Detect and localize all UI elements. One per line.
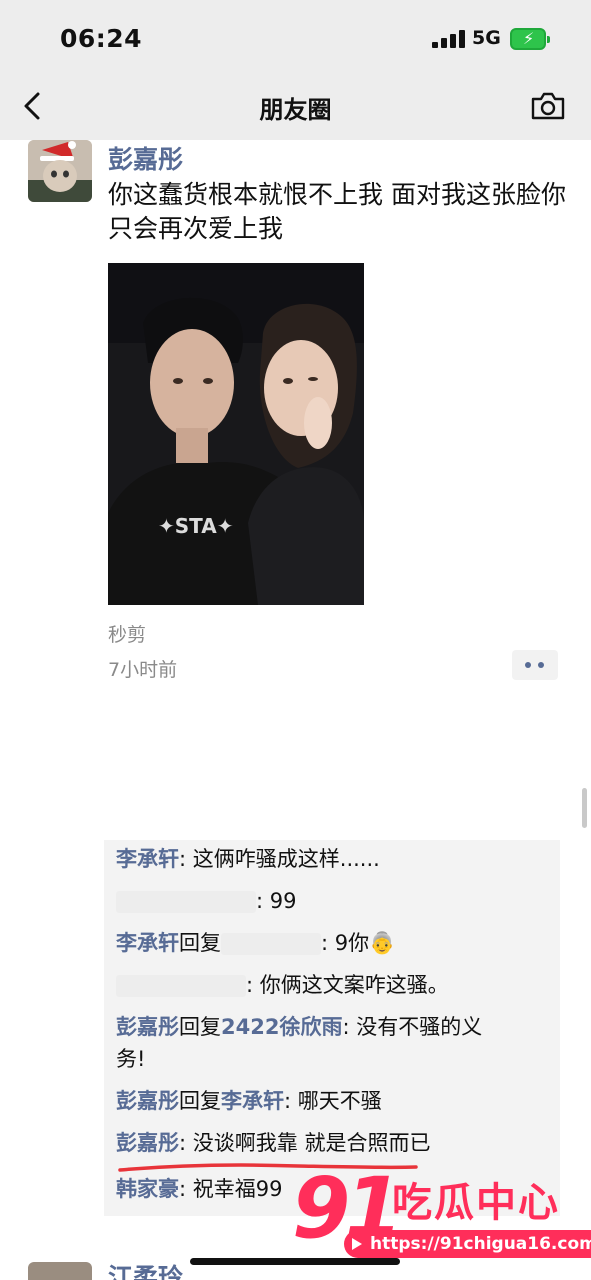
comment-text: 祝幸福99 — [192, 1177, 283, 1201]
comment-separator: : — [179, 1177, 193, 1201]
status-time: 06:24 — [60, 24, 143, 53]
comment-item[interactable]: 彭嘉彤回复2422徐欣雨: 没有不骚的义 — [116, 1012, 482, 1042]
page-title: 朋友圈 — [259, 96, 332, 124]
battery-charging-icon: ⚡ — [510, 28, 550, 50]
redacted-name — [116, 975, 246, 997]
post-text: 你这蠢货根本就恨不上我 面对我这张脸你只会再次爱上我 — [108, 180, 566, 243]
comment-author[interactable]: 韩家豪 — [116, 1177, 179, 1201]
comment-item[interactable]: 韩家豪: 祝幸福99 — [116, 1174, 283, 1204]
comment-item[interactable]: 彭嘉彤回复李承轩: 哪天不骚 — [116, 1086, 382, 1116]
reply-word: 回复 — [179, 1015, 221, 1039]
svg-text:✦STA✦: ✦STA✦ — [158, 514, 234, 538]
comment-item[interactable]: 彭嘉彤: 没谈啊我靠 就是合照而已 — [116, 1128, 430, 1158]
comment-author[interactable]: 彭嘉彤 — [116, 1131, 179, 1155]
post-author[interactable]: 彭嘉彤 — [108, 140, 183, 176]
comment-separator: : — [179, 847, 193, 871]
reply-word: 回复 — [179, 1089, 221, 1113]
avatar[interactable] — [28, 140, 92, 202]
avatar[interactable] — [28, 1262, 92, 1280]
comment-author[interactable]: 彭嘉彤 — [116, 1015, 179, 1039]
reply-word: 回复 — [179, 931, 221, 955]
post-source[interactable]: 秒剪 — [108, 620, 146, 647]
comment-text-continued: 务! — [116, 1047, 146, 1071]
post-photo[interactable]: ✦STA✦ — [108, 263, 364, 605]
reply-target[interactable]: 李承轩 — [221, 1089, 284, 1113]
comment-item[interactable]: : 99 — [116, 886, 296, 916]
camera-icon[interactable] — [530, 91, 566, 121]
more-dots-icon[interactable] — [512, 650, 558, 680]
comment-text: 这俩咋骚成这样...... — [192, 847, 380, 871]
watermark-url: https://91chigua16.com — [344, 1230, 591, 1258]
status-bar: 06:24 5G ⚡ — [0, 0, 591, 72]
comment-author[interactable]: 彭嘉彤 — [116, 1089, 179, 1113]
redacted-name — [116, 891, 256, 913]
post-time: 7小时前 — [108, 659, 178, 681]
comment-author[interactable]: 李承轩 — [116, 847, 179, 871]
post-author[interactable]: 江柔玲 — [108, 1262, 183, 1280]
watermark-logo: 91 吃瓜中心 https://91chigua16.com — [292, 1160, 591, 1264]
comment-text: : 你俩这文案咋这骚。 — [246, 973, 449, 997]
comment-author[interactable]: 李承轩 — [116, 931, 179, 955]
scrollbar[interactable] — [582, 788, 587, 828]
redacted-name — [221, 933, 321, 955]
watermark-label: 吃瓜中心 — [392, 1180, 560, 1226]
comment-text: : 99 — [256, 889, 297, 913]
nav-bar: 朋友圈 — [0, 72, 591, 140]
comment-text: : 哪天不骚 — [284, 1089, 382, 1113]
reply-target[interactable]: 2422徐欣雨 — [221, 1015, 342, 1039]
comment-item[interactable]: 李承轩回复 : 9你👵 — [116, 928, 395, 958]
comment-item[interactable]: 李承轩: 这俩咋骚成这样...... — [116, 844, 380, 874]
comment-text: : 9你👵 — [321, 931, 396, 955]
network-type: 5G — [472, 27, 501, 49]
comment-text: 没谈啊我靠 就是合照而已 — [192, 1131, 431, 1155]
comment-item[interactable]: : 你俩这文案咋这骚。 — [116, 970, 449, 1000]
home-indicator[interactable] — [190, 1258, 400, 1265]
comment-separator: : — [179, 1131, 193, 1155]
signal-icon — [432, 30, 466, 48]
comment-text: : 没有不骚的义 — [342, 1015, 483, 1039]
